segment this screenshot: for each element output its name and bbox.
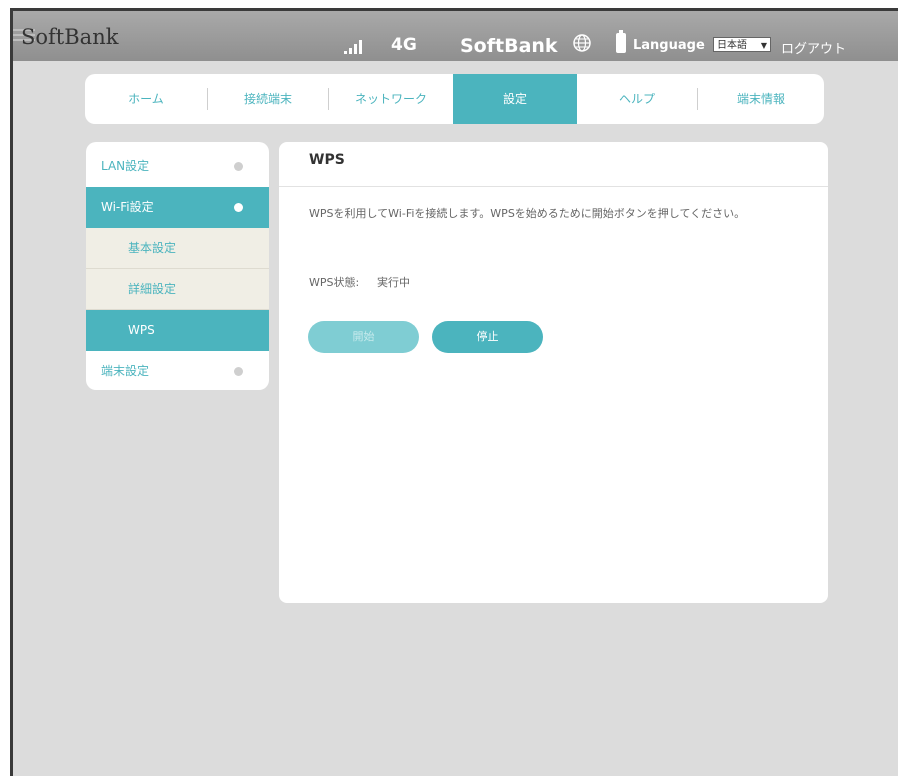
sidebar-item-lan[interactable]: LAN設定	[86, 146, 269, 187]
tab-help[interactable]: ヘルプ	[577, 74, 697, 124]
divider	[279, 186, 828, 187]
network-type: 4G	[391, 35, 417, 55]
wps-status-value: 実行中	[377, 276, 410, 289]
browser-viewport: SoftBank 4G SoftBank Language 日本語 ▼ ログアウ…	[10, 8, 898, 776]
tab-network[interactable]: ネットワーク	[329, 74, 453, 124]
stop-button[interactable]: 停止	[432, 321, 543, 353]
logout-link[interactable]: ログアウト	[781, 38, 846, 57]
wps-description: WPSを利用してWi-Fiを接続します。WPSを始めるために開始ボタンを押してく…	[309, 207, 746, 220]
globe-icon	[573, 34, 591, 52]
sidebar-item-device-settings[interactable]: 端末設定	[86, 351, 269, 390]
chevron-down-icon: ▼	[760, 41, 767, 50]
header-bar: SoftBank 4G SoftBank Language 日本語 ▼ ログアウ…	[13, 11, 898, 61]
expand-icon	[234, 367, 243, 376]
language-select[interactable]: 日本語 ▼	[713, 37, 771, 52]
battery-icon	[616, 30, 626, 53]
expand-icon	[234, 203, 243, 212]
sidebar-item-wps[interactable]: WPS	[86, 310, 269, 351]
language-select-value: 日本語	[717, 40, 747, 51]
carrier-name: SoftBank	[460, 35, 558, 57]
main-nav: ホーム 接続端末 ネットワーク 設定 ヘルプ 端末情報	[85, 74, 824, 124]
tab-home[interactable]: ホーム	[85, 74, 207, 124]
tab-settings[interactable]: 設定	[453, 74, 577, 124]
sidebar-item-wifi[interactable]: Wi-Fi設定	[86, 187, 269, 228]
sidebar-item-label: LAN設定	[101, 159, 150, 173]
sidebar-item-label: 端末設定	[101, 364, 150, 378]
expand-icon	[234, 162, 243, 171]
sidebar-item-label: Wi-Fi設定	[101, 200, 154, 214]
start-button[interactable]: 開始	[308, 321, 419, 353]
brand-logo: SoftBank	[21, 25, 119, 49]
language-label: Language	[633, 38, 705, 53]
settings-sidebar: LAN設定 Wi-Fi設定 基本設定 詳細設定 WPS 端末設定	[86, 142, 269, 390]
sidebar-item-basic-settings[interactable]: 基本設定	[86, 228, 269, 269]
wps-status-label: WPS状態:	[309, 276, 360, 289]
page-title: WPS	[309, 152, 345, 168]
tab-connected-devices[interactable]: 接続端末	[208, 74, 328, 124]
signal-icon	[344, 40, 366, 54]
sidebar-item-advanced-settings[interactable]: 詳細設定	[86, 269, 269, 310]
tab-device-info[interactable]: 端末情報	[698, 74, 824, 124]
wps-panel: WPS WPSを利用してWi-Fiを接続します。WPSを始めるために開始ボタンを…	[279, 142, 828, 603]
